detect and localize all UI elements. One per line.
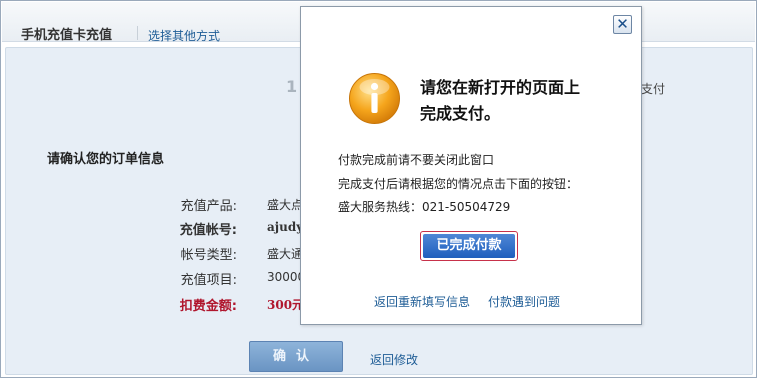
step-number: 1	[286, 77, 298, 96]
page-frame: 手机充值卡充值 选择其他方式 1 支付 请确认您的订单信息 充值产品: 盛大点 …	[0, 0, 757, 378]
header-divider	[137, 26, 138, 40]
order-value-account-type: 盛大通	[267, 247, 304, 261]
dialog-hotline: 盛大服务热线：021-50504729	[338, 200, 511, 214]
payment-dialog: ✕ 请您在新打开的页面上 完成支付。 付款完成前请不要关闭此窗口 完成支付后请根…	[300, 6, 642, 325]
order-value-amount: 300元	[267, 298, 305, 312]
order-label-product: 充值产品:	[180, 199, 237, 214]
dialog-message-line1: 请您在新打开的页面上	[420, 78, 581, 97]
dialog-hint-click-button: 完成支付后请根据您的情况点击下面的按钮：	[338, 177, 579, 191]
order-label-account-type: 帐号类型:	[180, 248, 237, 263]
refill-info-link[interactable]: 返回重新填写信息	[374, 293, 470, 310]
back-to-edit-link[interactable]: 返回修改	[370, 351, 418, 368]
dialog-message: 请您在新打开的页面上 完成支付。	[420, 75, 620, 127]
dialog-message-line2: 完成支付。	[420, 104, 501, 123]
confirm-button[interactable]: 确认	[249, 341, 343, 372]
close-icon[interactable]: ✕	[613, 15, 632, 34]
order-label-amount: 扣费金额:	[179, 299, 237, 314]
step-label-payment: 支付	[641, 82, 666, 96]
payment-done-label: 已完成付款	[423, 234, 515, 258]
dialog-hint-keep-open: 付款完成前请不要关闭此窗口	[338, 153, 495, 167]
info-icon	[349, 73, 400, 124]
order-section-title: 请确认您的订单信息	[47, 152, 165, 167]
choose-other-method-link[interactable]: 选择其他方式	[148, 27, 220, 44]
order-label-item: 充值项目:	[180, 273, 237, 288]
payment-problem-link[interactable]: 付款遇到问题	[488, 293, 560, 310]
order-label-account: 充值帐号:	[179, 223, 237, 238]
order-value-product: 盛大点	[267, 198, 304, 212]
payment-done-button[interactable]: 已完成付款	[420, 231, 518, 261]
page-title: 手机充值卡充值	[21, 28, 113, 43]
